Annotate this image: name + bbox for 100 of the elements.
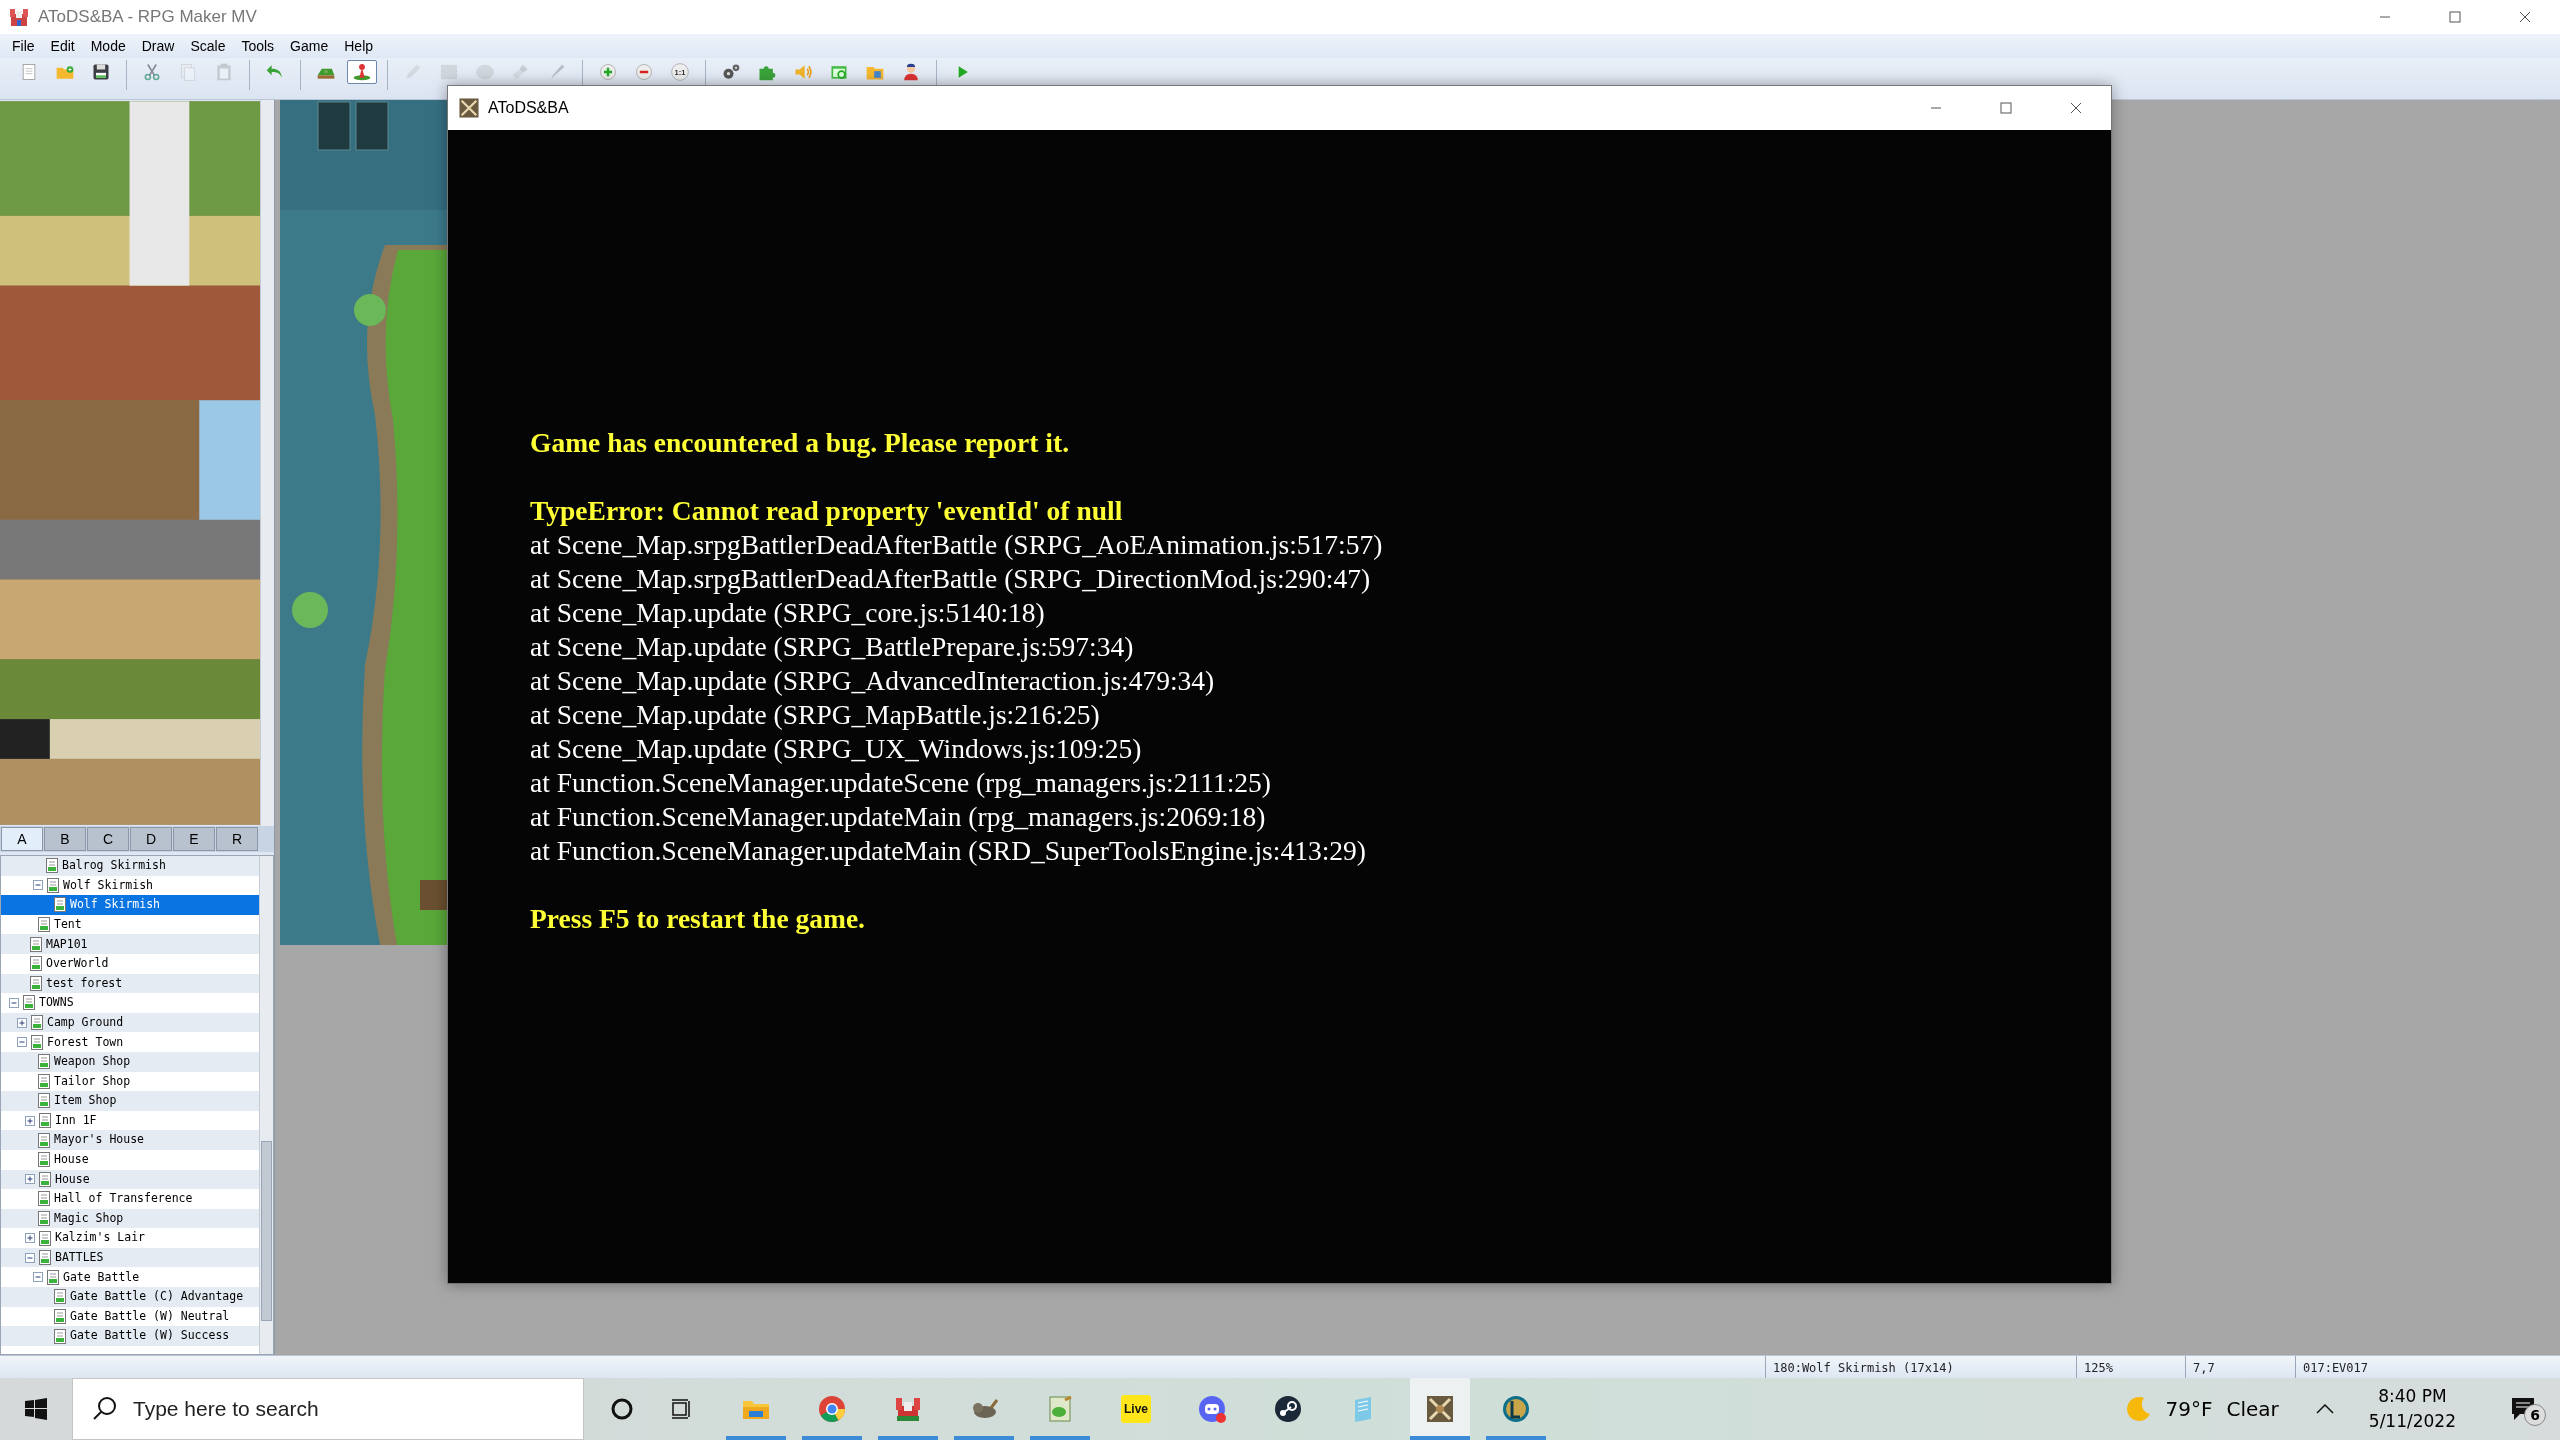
castle-icon [8, 6, 30, 28]
tree-item[interactable]: House [1, 1149, 259, 1170]
event-mode-button[interactable] [347, 60, 377, 84]
scissors-icon [142, 62, 162, 82]
clock-time[interactable]: 8:40 PM [2378, 1383, 2447, 1409]
tree-item[interactable]: Wolf Skirmish [1, 895, 259, 915]
map-icon [29, 975, 43, 991]
menu-item[interactable]: Tools [233, 35, 283, 57]
crossed-swords-icon [1425, 1394, 1455, 1424]
collapse-icon[interactable] [33, 1272, 43, 1283]
taskbar-button[interactable]: Live [1106, 1378, 1166, 1440]
crossed-swords-icon [458, 97, 480, 119]
map-icon [53, 1289, 67, 1305]
map-icon [37, 1211, 51, 1226]
expand-icon[interactable] [25, 1115, 35, 1126]
tree-item[interactable]: Item Shop [1, 1091, 259, 1111]
map-icon [38, 1230, 52, 1246]
tree-item[interactable]: Mayor's House [1, 1130, 259, 1150]
stack-trace-line: at Scene_Map.update (SRPG_MapBattle.js:216:25) [530, 698, 1100, 732]
tree-item[interactable]: Kalzim's Lair [1, 1228, 259, 1248]
map-icon [29, 936, 43, 952]
tree-item[interactable]: Gate Battle [1, 1267, 259, 1288]
tree-item[interactable]: OverWorld [1, 953, 259, 974]
temperature-text: 79°F [2165, 1396, 2213, 1423]
map-icon [46, 877, 60, 893]
gears-icon [721, 62, 741, 82]
tree-item[interactable]: Inn 1F [1, 1110, 259, 1131]
menu-item[interactable]: File [4, 35, 43, 57]
menu-item[interactable]: Edit [42, 35, 83, 57]
map-icon [37, 1152, 51, 1168]
menu-item[interactable]: Scale [182, 35, 234, 57]
map-icon [37, 1191, 51, 1207]
stack-trace-line: at Scene_Map.srpgBattlerDeadAfterBattle (SRPG_AoEAnimation.js:517:57) [530, 528, 1383, 562]
tree-item[interactable]: Wolf Skirmish [1, 875, 259, 896]
clipboard-icon [214, 62, 234, 82]
clock-date[interactable]: 5/11/2022 [2368, 1409, 2456, 1435]
error-message: Game has encountered a bug. Please report it. [530, 426, 1069, 460]
map-icon [38, 1171, 52, 1187]
tree-item[interactable]: Weapon Shop [1, 1051, 259, 1072]
stack-trace-line: at Scene_Map.update (SRPG_core.js:5140:18) [530, 596, 1045, 630]
tree-item[interactable]: TOWNS [1, 993, 259, 1013]
map-icon [30, 1015, 44, 1031]
scrollbar-thumb[interactable] [261, 1141, 272, 1321]
collapse-icon[interactable] [33, 880, 43, 891]
map-icon [22, 995, 36, 1011]
tree-item[interactable]: Gate Battle (W) Success [1, 1326, 259, 1346]
person-icon [901, 62, 921, 82]
menu-item[interactable]: Game [282, 35, 337, 57]
menu-item[interactable]: Mode [82, 35, 134, 57]
scrollbar[interactable] [260, 100, 274, 826]
tree-item[interactable]: Gate Battle (W) Neutral [1, 1306, 259, 1327]
tree-item[interactable]: Gate Battle (C) Advantage [1, 1287, 259, 1307]
expand-icon[interactable] [25, 1174, 35, 1185]
map-icon [37, 917, 51, 933]
tree-item[interactable]: Camp Ground [1, 1012, 259, 1033]
expand-icon[interactable] [25, 1233, 35, 1244]
tree-item[interactable]: House [1, 1169, 259, 1190]
collapse-icon[interactable] [9, 997, 19, 1008]
collapse-icon[interactable] [17, 1037, 27, 1048]
chevron-up-icon [2315, 1404, 2334, 1414]
tileset-tab[interactable]: R [216, 827, 258, 851]
notifications-button[interactable]: 6 [2500, 1378, 2546, 1440]
tileset-tab[interactable]: D [130, 827, 172, 851]
search-field[interactable]: Type here to search [72, 1378, 584, 1440]
tree-item[interactable]: Balrog Skirmish [1, 856, 259, 876]
collapse-icon[interactable] [25, 1252, 35, 1263]
speaker-icon [793, 62, 813, 82]
windows-icon [25, 1398, 47, 1420]
stack-trace-line: at Scene_Map.update (SRPG_UX_Windows.js:109:25) [530, 732, 1142, 766]
expand-icon[interactable] [17, 1017, 27, 1028]
actual-size-button[interactable]: 1:1 [665, 60, 695, 84]
tree-item[interactable]: MAP101 [1, 934, 259, 954]
stack-trace-line: at Scene_Map.update (SRPG_AdvancedInteraction.js:479:34) [530, 664, 1215, 698]
tree-item[interactable]: Hall of Transference [1, 1189, 259, 1209]
search-icon [92, 1396, 118, 1422]
tileset-tab[interactable]: A [1, 827, 43, 851]
menu-item[interactable]: Draw [133, 35, 183, 57]
tileset-tab[interactable]: E [173, 827, 215, 851]
taskbar-button[interactable] [1410, 1378, 1470, 1440]
map-icon [53, 1308, 67, 1324]
tree-item[interactable]: BATTLES [1, 1247, 259, 1268]
tree-item[interactable]: test forest [1, 973, 259, 994]
map-icon [38, 1250, 52, 1266]
menu-item[interactable]: Help [336, 35, 382, 57]
pawn-icon [352, 62, 372, 82]
map-icon [30, 1034, 44, 1050]
maximize-icon [2000, 102, 2012, 114]
stack-trace-line: at Function.SceneManager.updateScene (rpg_managers.js:2111:25) [530, 766, 1271, 800]
zoom-in-icon [598, 62, 618, 82]
weather-text: Clear [2226, 1396, 2279, 1423]
brush-icon [511, 62, 531, 82]
tileset-tab[interactable]: C [87, 827, 129, 851]
map-icon [45, 858, 59, 874]
tileset-tab[interactable]: B [44, 827, 86, 851]
tree-item[interactable]: Tent [1, 914, 259, 935]
tree-item[interactable]: Magic Shop [1, 1208, 259, 1229]
tree-item[interactable]: Forest Town [1, 1032, 259, 1052]
scrollbar[interactable] [259, 856, 273, 1354]
map-icon [29, 956, 43, 972]
tree-item[interactable]: Tailor Shop [1, 1071, 259, 1092]
